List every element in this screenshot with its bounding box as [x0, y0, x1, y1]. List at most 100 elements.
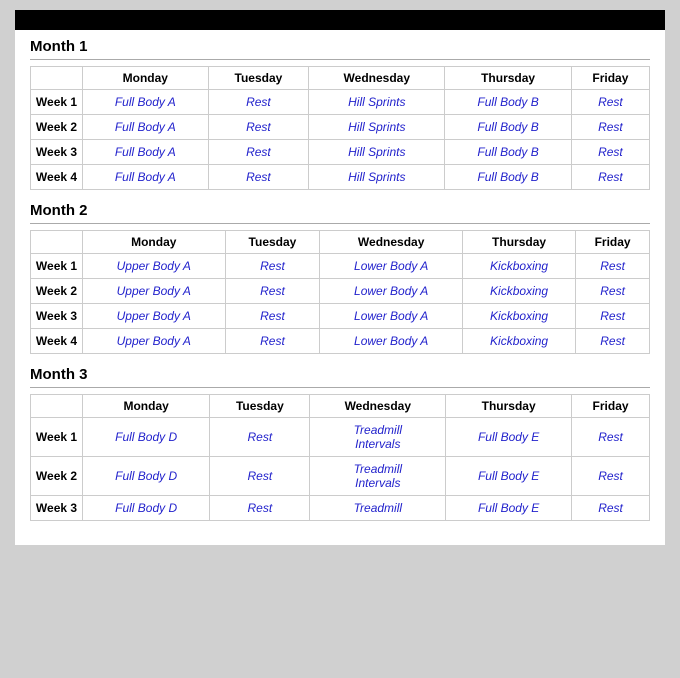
table-row: Week 3Full Body ARestHill SprintsFull Bo…	[31, 140, 650, 165]
page-title	[15, 10, 665, 30]
week-label: Week 2	[31, 115, 83, 140]
week-label: Week 3	[31, 304, 83, 329]
friday-cell: Rest	[571, 90, 649, 115]
week-label: Week 1	[31, 90, 83, 115]
col-header-thursday: Thursday	[445, 67, 571, 90]
col-header-tuesday: Tuesday	[210, 395, 310, 418]
monday-cell: Full Body A	[83, 165, 209, 190]
col-header-	[31, 395, 83, 418]
table-row: Week 1Full Body ARestHill SprintsFull Bo…	[31, 90, 650, 115]
wednesday-cell: Lower Body A	[320, 279, 463, 304]
tuesday-cell: Rest	[208, 165, 309, 190]
table-row: Week 2Full Body DRestTreadmillIntervalsF…	[31, 457, 650, 496]
wednesday-cell: Hill Sprints	[309, 115, 445, 140]
friday-cell: Rest	[572, 418, 650, 457]
monday-cell: Full Body A	[83, 115, 209, 140]
month-section-1: Month 1 MondayTuesdayWednesdayThursdayFri…	[15, 30, 665, 194]
friday-cell: Rest	[576, 254, 650, 279]
friday-cell: Rest	[576, 279, 650, 304]
tuesday-cell: Rest	[225, 254, 320, 279]
month-title-2: Month 2	[30, 202, 650, 219]
col-header-tuesday: Tuesday	[225, 231, 320, 254]
monday-cell: Full Body A	[83, 140, 209, 165]
wednesday-cell: Lower Body A	[320, 304, 463, 329]
week-label: Week 4	[31, 329, 83, 354]
tuesday-cell: Rest	[210, 496, 310, 521]
wednesday-cell: TreadmillIntervals	[310, 457, 446, 496]
month-title-3: Month 3	[30, 366, 650, 383]
thursday-cell: Full Body B	[445, 115, 571, 140]
monday-cell: Upper Body A	[83, 279, 226, 304]
month-table-2: MondayTuesdayWednesdayThursdayFriday Week…	[30, 230, 650, 354]
thursday-cell: Kickboxing	[462, 304, 575, 329]
friday-cell: Rest	[571, 140, 649, 165]
table-row: Week 3Upper Body ARestLower Body AKickbo…	[31, 304, 650, 329]
thursday-cell: Kickboxing	[462, 254, 575, 279]
col-header-	[31, 67, 83, 90]
thursday-cell: Full Body B	[445, 165, 571, 190]
week-label: Week 2	[31, 457, 83, 496]
friday-cell: Rest	[571, 115, 649, 140]
table-row: Week 1Full Body DRestTreadmillIntervalsF…	[31, 418, 650, 457]
col-header-tuesday: Tuesday	[208, 67, 309, 90]
page-container: Month 1MondayTuesdayWednesdayThursdayFri…	[15, 10, 665, 545]
col-header-friday: Friday	[576, 231, 650, 254]
wednesday-cell: Treadmill	[310, 496, 446, 521]
monday-cell: Upper Body A	[83, 304, 226, 329]
thursday-cell: Full Body E	[446, 418, 572, 457]
week-label: Week 3	[31, 140, 83, 165]
tuesday-cell: Rest	[208, 115, 309, 140]
tuesday-cell: Rest	[225, 329, 320, 354]
tuesday-cell: Rest	[210, 457, 310, 496]
monday-cell: Full Body D	[83, 418, 210, 457]
thursday-cell: Full Body E	[446, 457, 572, 496]
table-row: Week 4Upper Body ARestLower Body AKickbo…	[31, 329, 650, 354]
col-header-wednesday: Wednesday	[320, 231, 463, 254]
monday-cell: Full Body D	[83, 496, 210, 521]
wednesday-cell: Hill Sprints	[309, 140, 445, 165]
col-header-monday: Monday	[83, 231, 226, 254]
week-label: Week 3	[31, 496, 83, 521]
month-section-2: Month 2 MondayTuesdayWednesdayThursdayFri…	[15, 194, 665, 358]
tuesday-cell: Rest	[208, 140, 309, 165]
thursday-cell: Full Body E	[446, 496, 572, 521]
col-header-thursday: Thursday	[446, 395, 572, 418]
tuesday-cell: Rest	[225, 304, 320, 329]
col-header-friday: Friday	[572, 395, 650, 418]
col-header-wednesday: Wednesday	[309, 67, 445, 90]
monday-cell: Upper Body A	[83, 329, 226, 354]
thursday-cell: Full Body B	[445, 140, 571, 165]
table-row: Week 2Upper Body ARestLower Body AKickbo…	[31, 279, 650, 304]
week-label: Week 1	[31, 418, 83, 457]
tuesday-cell: Rest	[210, 418, 310, 457]
week-label: Week 2	[31, 279, 83, 304]
month-section-3: Month 3 MondayTuesdayWednesdayThursdayFri…	[15, 358, 665, 525]
wednesday-cell: Hill Sprints	[309, 165, 445, 190]
month-table-3: MondayTuesdayWednesdayThursdayFridayWeek…	[30, 394, 650, 521]
tuesday-cell: Rest	[225, 279, 320, 304]
week-label: Week 4	[31, 165, 83, 190]
col-header-monday: Monday	[83, 67, 209, 90]
table-row: Week 3Full Body DRestTreadmillFull Body …	[31, 496, 650, 521]
wednesday-cell: Hill Sprints	[309, 90, 445, 115]
friday-cell: Rest	[572, 496, 650, 521]
col-header-friday: Friday	[571, 67, 649, 90]
friday-cell: Rest	[576, 329, 650, 354]
thursday-cell: Kickboxing	[462, 329, 575, 354]
wednesday-cell: Lower Body A	[320, 329, 463, 354]
monday-cell: Upper Body A	[83, 254, 226, 279]
col-header-monday: Monday	[83, 395, 210, 418]
thursday-cell: Kickboxing	[462, 279, 575, 304]
col-header-wednesday: Wednesday	[310, 395, 446, 418]
month-table-1: MondayTuesdayWednesdayThursdayFridayWeek…	[30, 66, 650, 190]
wednesday-cell: TreadmillIntervals	[310, 418, 446, 457]
week-label: Week 1	[31, 254, 83, 279]
friday-cell: Rest	[572, 457, 650, 496]
tuesday-cell: Rest	[208, 90, 309, 115]
month-title-1: Month 1	[30, 38, 650, 55]
col-header-thursday: Thursday	[462, 231, 575, 254]
friday-cell: Rest	[576, 304, 650, 329]
wednesday-cell: Lower Body A	[320, 254, 463, 279]
table-row: Week 2Full Body ARestHill SprintsFull Bo…	[31, 115, 650, 140]
col-header-	[31, 231, 83, 254]
